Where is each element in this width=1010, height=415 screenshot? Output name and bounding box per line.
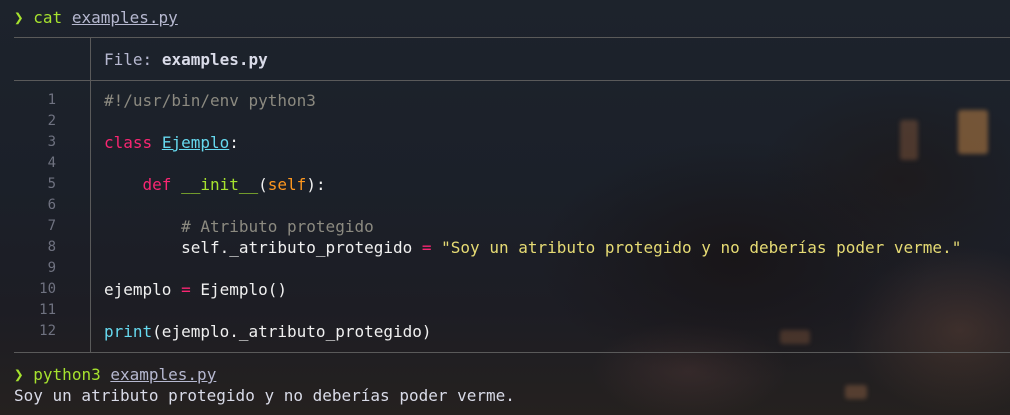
code-line-10: ejemplo = Ejemplo() — [104, 279, 961, 300]
terminal-window[interactable]: ❯ cat examples.py File: examples.py 1 2 … — [0, 0, 1010, 415]
line-number: 9 — [47, 260, 56, 276]
frame-bottom-rule — [14, 352, 1010, 353]
line-number: 3 — [47, 134, 56, 150]
paren-open: ( — [258, 175, 268, 194]
code-line-8: self._atributo_protegido = "Soy un atrib… — [104, 237, 961, 258]
prompt-line-cat: ❯ cat examples.py — [14, 7, 178, 29]
line-number: 1 — [47, 92, 56, 108]
builtin-print: print — [104, 322, 153, 341]
prompt-arrow-icon: ❯ — [14, 8, 24, 27]
prompt-line-python: ❯ python3 examples.py — [14, 364, 216, 386]
frame-gutter-divider — [90, 37, 91, 352]
code-line-7: # Atributo protegido — [104, 216, 961, 237]
line-number: 7 — [47, 218, 56, 234]
line-number-gutter: 1 2 3 4 5 6 7 8 9 10 11 12 — [14, 90, 56, 342]
paren-close: ): — [306, 175, 326, 194]
line-number: 10 — [39, 281, 56, 297]
assign-operator: = — [171, 280, 201, 299]
command-argument-path[interactable]: examples.py — [110, 365, 216, 384]
line-number: 6 — [47, 197, 56, 213]
constructor-call: Ejemplo() — [200, 280, 288, 299]
command-argument-path[interactable]: examples.py — [72, 8, 178, 27]
class-name: Ejemplo — [161, 133, 230, 152]
code-comment: # Atributo protegido — [104, 217, 374, 236]
string-literal: "Soy un atributo protegido y no deberías… — [441, 238, 962, 257]
code-line-12: print(ejemplo._atributo_protegido) — [104, 321, 961, 342]
code-listing[interactable]: #!/usr/bin/env python3 class Ejemplo: de… — [104, 90, 961, 342]
file-header-name: examples.py — [161, 50, 268, 69]
code-line-1: #!/usr/bin/env python3 — [104, 90, 961, 111]
function-name: __init__ — [181, 175, 259, 194]
code-line-3: class Ejemplo: — [104, 132, 961, 153]
frame-top-rule — [14, 37, 1010, 38]
print-arguments: (ejemplo._atributo_protegido) — [152, 322, 432, 341]
program-output: Soy un atributo protegido y no deberías … — [14, 386, 515, 405]
line-number: 4 — [47, 155, 56, 171]
line-number: 11 — [39, 302, 56, 318]
command-name: python3 — [33, 365, 101, 384]
code-line-5: def __init__(self): — [104, 174, 961, 195]
frame-header-rule — [14, 80, 1010, 81]
line-number: 12 — [39, 323, 56, 339]
prompt-arrow-icon: ❯ — [14, 365, 24, 384]
line-number: 2 — [47, 113, 56, 129]
attribute-target: self._atributo_protegido — [104, 238, 413, 257]
keyword-class: class — [104, 133, 153, 152]
file-header: File: examples.py — [104, 49, 268, 71]
command-name: cat — [33, 8, 63, 27]
variable-name: ejemplo — [104, 280, 172, 299]
file-header-label: File: — [104, 50, 153, 69]
param-self: self — [267, 175, 307, 194]
line-number: 8 — [47, 239, 56, 255]
assign-operator: = — [412, 238, 442, 257]
shebang-comment: #!/usr/bin/env python3 — [104, 91, 316, 110]
keyword-def: def — [142, 175, 172, 194]
colon: : — [229, 133, 239, 152]
line-number: 5 — [47, 176, 56, 192]
